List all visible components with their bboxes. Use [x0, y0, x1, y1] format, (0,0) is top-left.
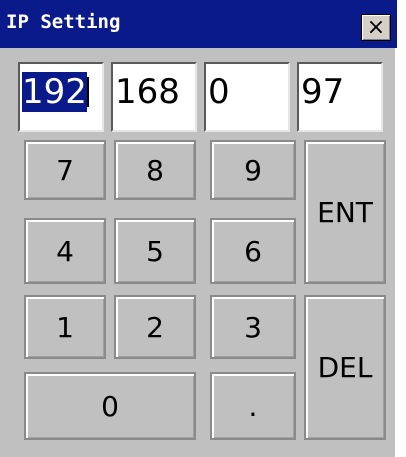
- key-0-button[interactable]: 0: [24, 372, 196, 440]
- title-bar: IP Setting ×: [0, 0, 397, 48]
- ip-octet-3-field[interactable]: 0: [204, 62, 290, 132]
- close-icon: ×: [366, 14, 386, 40]
- ip-octet-2-field[interactable]: 168: [111, 62, 197, 132]
- enter-button[interactable]: ENT: [304, 140, 386, 284]
- key-1-button[interactable]: 1: [24, 295, 106, 359]
- delete-button[interactable]: DEL: [304, 295, 386, 440]
- key-5-button[interactable]: 5: [114, 218, 196, 284]
- key-8-button[interactable]: 8: [114, 140, 196, 200]
- ip-octet-4-field[interactable]: 97: [297, 62, 383, 132]
- key-6-button[interactable]: 6: [210, 218, 296, 284]
- close-button[interactable]: ×: [361, 14, 391, 41]
- key-4-button[interactable]: 4: [24, 218, 106, 284]
- text-caret: [86, 77, 89, 107]
- ip-setting-dialog: IP Setting × 192 168 0 97 7 8 9 4 5 6 EN…: [0, 0, 397, 457]
- dialog-title: IP Setting: [6, 11, 121, 33]
- key-3-button[interactable]: 3: [210, 295, 296, 359]
- ip-octet-2-value: 168: [115, 72, 180, 112]
- ip-octet-1-field[interactable]: 192: [18, 62, 104, 132]
- key-dot-button[interactable]: .: [210, 372, 296, 440]
- ip-octet-1-value: 192: [22, 72, 87, 112]
- key-2-button[interactable]: 2: [114, 295, 196, 359]
- key-9-button[interactable]: 9: [210, 140, 296, 200]
- ip-octet-4-value: 97: [301, 72, 345, 112]
- ip-octet-3-value: 0: [208, 72, 230, 112]
- key-7-button[interactable]: 7: [24, 140, 106, 200]
